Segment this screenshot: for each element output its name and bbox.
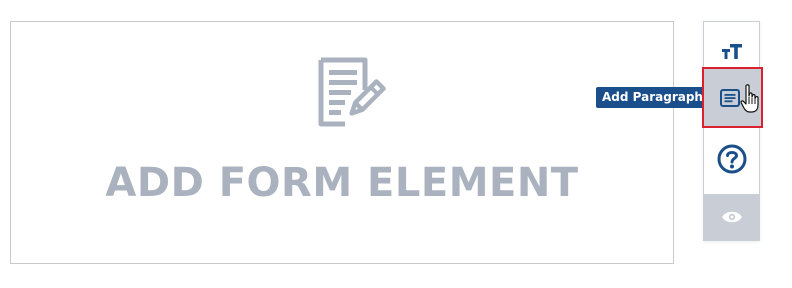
paragraph-icon xyxy=(719,88,740,107)
question-icon xyxy=(717,144,746,174)
add-heading-button[interactable] xyxy=(704,30,759,72)
add-form-element-area[interactable]: ADD FORM ELEMENT xyxy=(10,21,674,264)
form-builder: ADD FORM ELEMENT Add Paragraph xyxy=(0,0,792,288)
help-button[interactable] xyxy=(704,134,759,184)
eye-icon xyxy=(721,211,742,223)
hand-pointer-icon xyxy=(740,84,759,113)
preview-button[interactable] xyxy=(704,194,759,240)
add-paragraph-tooltip: Add Paragraph xyxy=(596,87,709,108)
element-toolbar xyxy=(702,21,763,241)
text-size-icon xyxy=(721,44,742,59)
add-form-element-label: ADD FORM ELEMENT xyxy=(105,160,579,206)
form-edit-icon xyxy=(318,57,386,127)
